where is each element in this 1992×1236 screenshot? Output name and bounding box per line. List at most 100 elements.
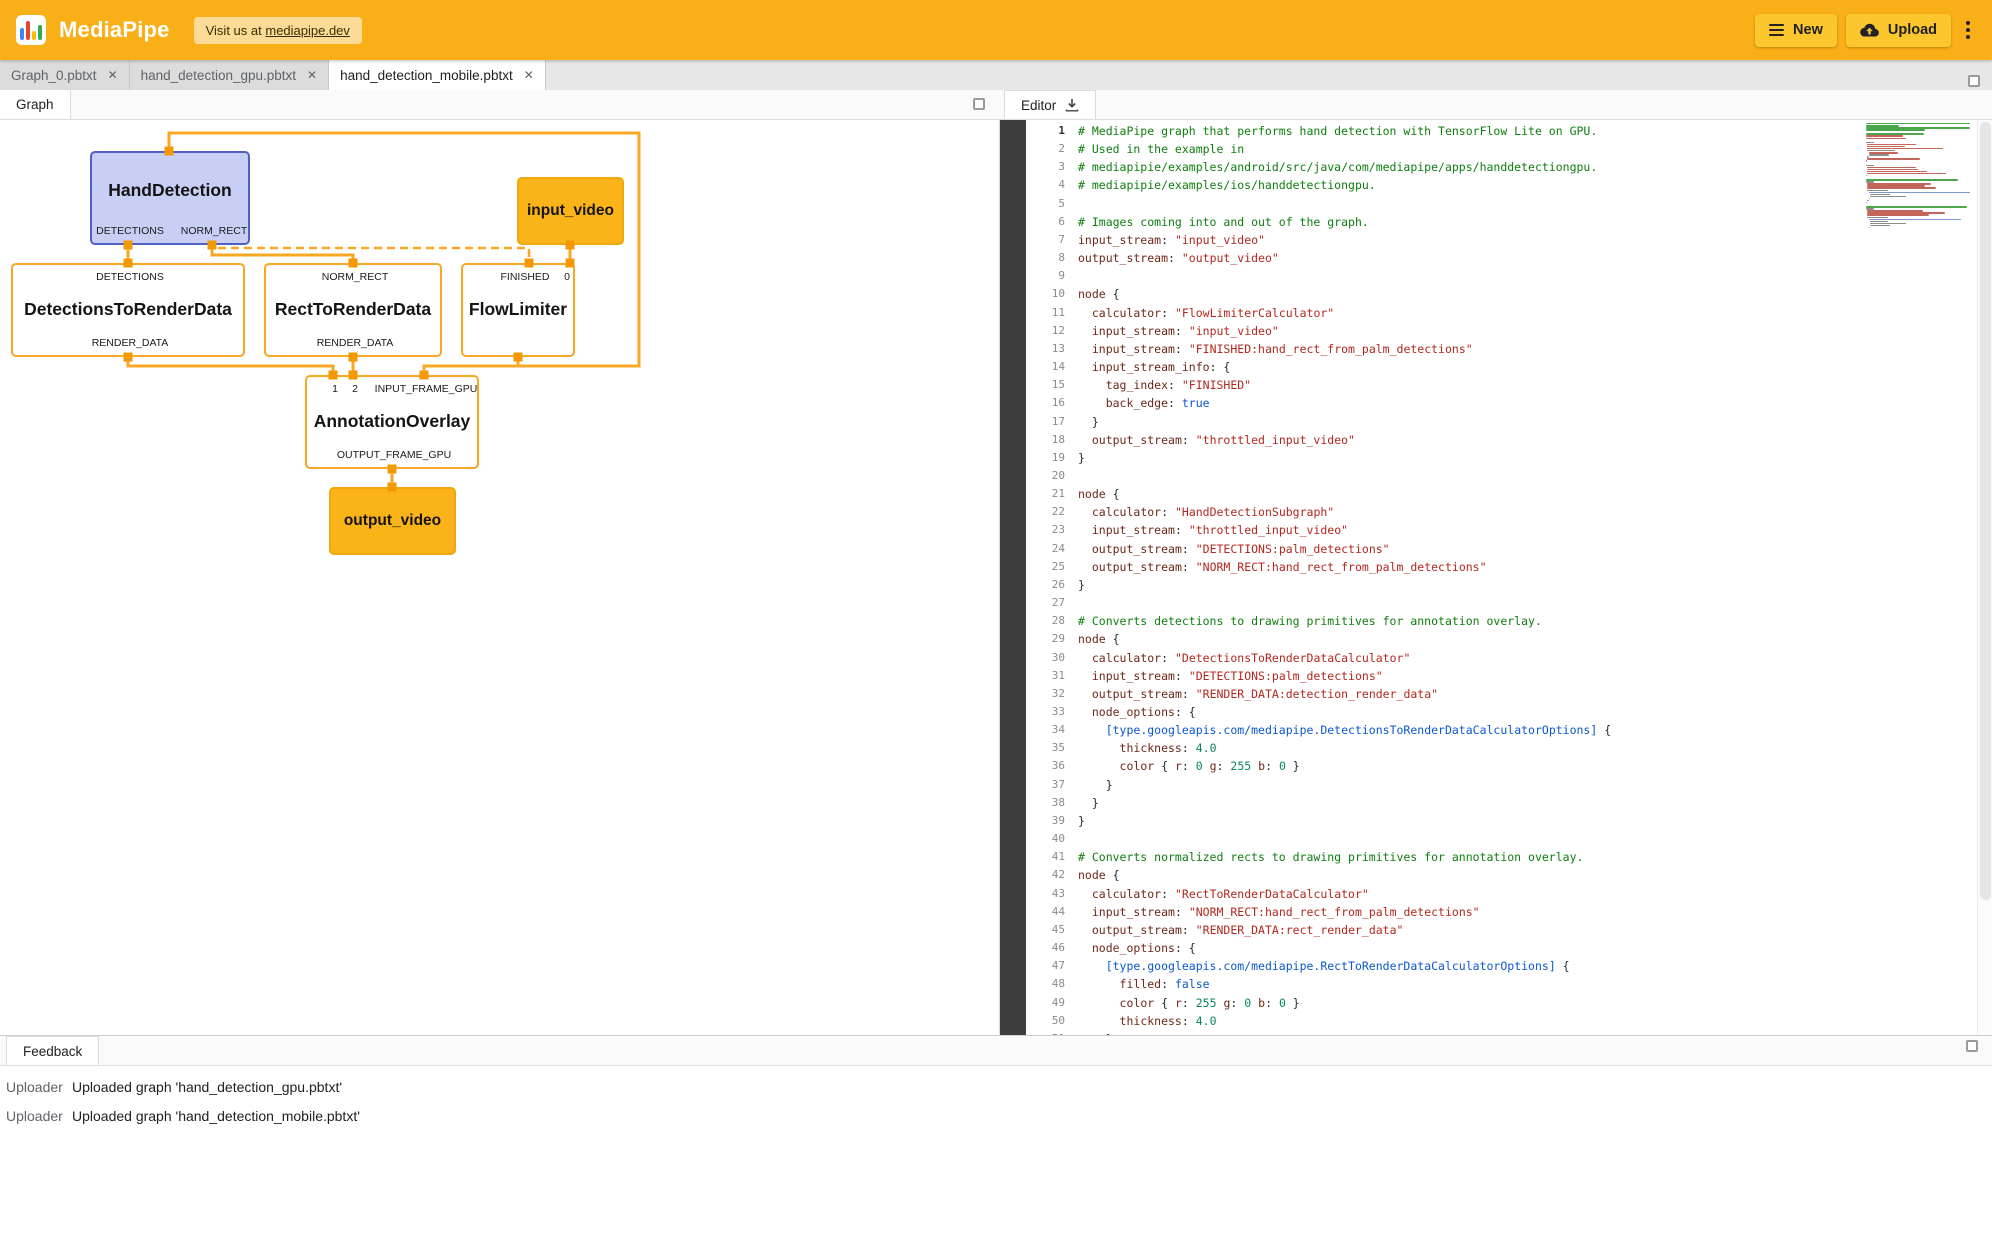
line-number: 30 [1026,649,1065,667]
minimap-line [1870,196,1906,197]
node-title: output_video [344,512,441,529]
minimap-line [1869,154,1890,155]
graph-canvas[interactable]: HandDetection DETECTIONS NORM_RECT input… [0,120,999,1035]
code-line: 24 output_stream: "DETECTIONS:palm_detec… [1026,540,1862,558]
mediapipe-logo-icon [16,15,46,45]
tab-editor[interactable]: Editor [1004,90,1096,119]
more-options-icon[interactable] [1960,14,1976,47]
minimap-line [1867,158,1919,159]
code-line: 7input_stream: "input_video" [1026,231,1862,249]
graph-node-flow-limiter[interactable]: FINISHED 0 FlowLimiter [461,263,575,357]
code-line: 32 output_stream: "RENDER_DATA:detection… [1026,685,1862,703]
code-line: 27 [1026,594,1862,612]
upload-button[interactable]: Upload [1846,14,1951,47]
feedback-panel-header: Feedback [0,1036,1992,1066]
code-line: 37 } [1026,776,1862,794]
port-label: DETECTIONS [96,225,164,237]
file-tab-label: hand_detection_mobile.pbtxt [340,68,513,83]
code-line: 8output_stream: "output_video" [1026,249,1862,267]
line-number: 17 [1026,413,1065,431]
graph-node-input-video[interactable]: input_video [517,177,624,245]
code-line: 2# Used in the example in [1026,140,1862,158]
file-tab-hand-detection-mobile[interactable]: hand_detection_mobile.pbtxt ✕ [329,60,546,90]
line-number: 5 [1026,195,1065,213]
file-tab-graph-0[interactable]: Graph_0.pbtxt ✕ [0,60,130,90]
minimap-line [1869,192,1970,193]
minimap-line [1869,198,1870,199]
maximize-feedback-panel-icon[interactable] [1966,1040,1978,1052]
line-number: 35 [1026,739,1065,757]
code-line: 36 color { r: 0 g: 255 b: 0 } [1026,757,1862,775]
line-number: 7 [1026,231,1065,249]
file-tab-hand-detection-gpu[interactable]: hand_detection_gpu.pbtxt ✕ [130,60,329,90]
line-number: 22 [1026,503,1065,521]
line-number: 26 [1026,576,1065,594]
port-label: 2 [352,383,358,395]
close-tab-icon[interactable]: ✕ [108,68,118,82]
editor-scrollbar-thumb[interactable] [1980,122,1991,900]
code-line: 14 input_stream_info: { [1026,358,1862,376]
line-number: 12 [1026,322,1065,340]
node-title: DetectionsToRenderData [24,300,232,319]
panel-resizer[interactable] [1000,120,1026,1035]
minimap-line [1867,200,1868,201]
tab-feedback[interactable]: Feedback [6,1036,99,1065]
feedback-source: Uploader [6,1079,72,1095]
line-number: 11 [1026,304,1065,322]
minimap[interactable] [1866,123,1978,229]
minimap-line [1870,223,1906,224]
code-line: 17 } [1026,413,1862,431]
new-button[interactable]: New [1755,14,1837,47]
download-icon[interactable] [1065,98,1079,112]
line-number: 6 [1026,213,1065,231]
minimap-line [1867,167,1915,168]
tab-graph[interactable]: Graph [0,90,71,119]
line-number: 10 [1026,285,1065,303]
tab-feedback-label: Feedback [23,1044,82,1059]
code-line: 40 [1026,830,1862,848]
visit-link[interactable]: mediapipe.dev [265,23,350,38]
close-tab-icon[interactable]: ✕ [524,68,534,82]
feedback-log: Uploader Uploaded graph 'hand_detection_… [0,1066,1992,1130]
graph-node-hand-detection[interactable]: HandDetection DETECTIONS NORM_RECT [90,151,250,245]
visit-chip: Visit us at mediapipe.dev [194,17,362,44]
graph-node-output-video[interactable]: output_video [329,487,456,555]
file-tab-bar: Graph_0.pbtxt ✕ hand_detection_gpu.pbtxt… [0,60,1992,90]
code-line: 1# MediaPipe graph that performs hand de… [1026,122,1862,140]
hamburger-icon [1769,24,1784,36]
graph-node-rect-to-render-data[interactable]: NORM_RECT RectToRenderData RENDER_DATA [264,263,442,357]
minimap-line [1870,225,1889,226]
line-number: 32 [1026,685,1065,703]
edge-throttled-to-overlay [424,357,518,375]
code-editor[interactable]: 1# MediaPipe graph that performs hand de… [999,120,1992,1035]
code-line: 47 [type.googleapis.com/mediapipe.RectTo… [1026,957,1862,975]
code-line: 20 [1026,467,1862,485]
minimap-line [1867,190,1888,191]
port-label: NORM_RECT [181,225,248,237]
new-button-label: New [1793,22,1823,38]
code-line: 4# mediapipie/examples/ios/handdetection… [1026,176,1862,194]
close-tab-icon[interactable]: ✕ [307,68,317,82]
line-number: 41 [1026,848,1065,866]
visit-prefix: Visit us at [206,23,262,38]
code-line: 48 filled: false [1026,975,1862,993]
maximize-editor-panel-icon[interactable] [1968,75,1980,87]
node-title: FlowLimiter [469,300,567,319]
graph-node-annotation-overlay[interactable]: 1 2 INPUT_FRAME_GPU AnnotationOverlay OU… [305,375,479,469]
code-line: 9 [1026,267,1862,285]
port-label: INPUT_FRAME_GPU [375,383,478,395]
editor-scrollbar[interactable] [1977,120,1992,1035]
code-line: 18 output_stream: "throttled_input_video… [1026,431,1862,449]
minimap-line [1867,214,1929,215]
graph-node-detections-to-render-data[interactable]: DETECTIONS DetectionsToRenderData RENDER… [11,263,245,357]
port-label: 1 [332,383,338,395]
code-line: 30 calculator: "DetectionsToRenderDataCa… [1026,649,1862,667]
maximize-graph-panel-icon[interactable] [973,98,985,110]
port-label: RENDER_DATA [92,337,169,349]
line-number: 29 [1026,630,1065,648]
minimap-line [1866,179,1958,180]
feedback-message: Uploaded graph 'hand_detection_gpu.pbtxt… [72,1079,342,1095]
code-line: 34 [type.googleapis.com/mediapipe.Detect… [1026,721,1862,739]
line-number: 2 [1026,140,1065,158]
minimap-line [1866,142,1874,143]
